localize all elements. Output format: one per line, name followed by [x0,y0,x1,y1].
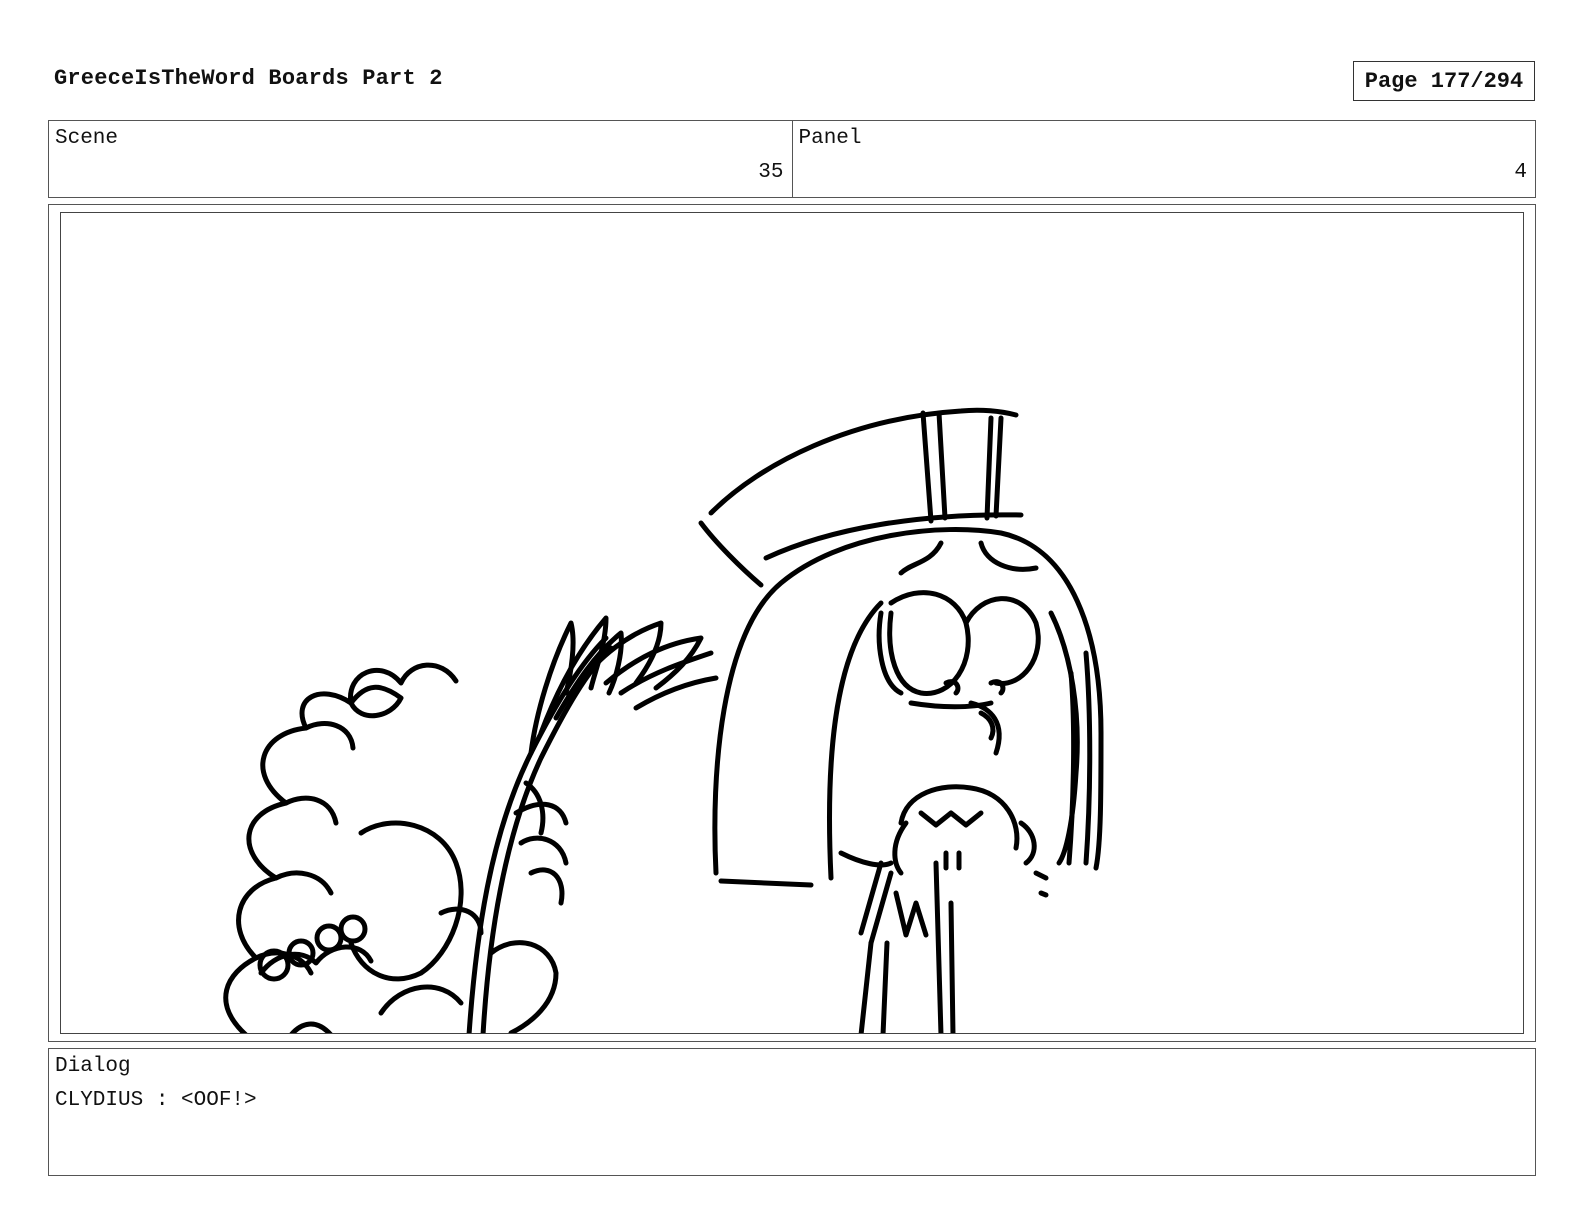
scene-number: 35 [758,161,784,184]
cloud-creature-sketch [223,662,569,1033]
panel-label: Panel [798,127,862,150]
scene-panel-row: Scene 35 Panel 4 [48,120,1536,198]
dialog-box: Dialog CLYDIUS : <OOF!> [48,1048,1536,1176]
staff-sketch [466,615,719,1033]
storyboard-frame [60,212,1524,1034]
document-title: GreeceIsTheWord Boards Part 2 [54,66,443,91]
page-number: Page 177/294 [1353,61,1535,101]
dialog-label: Dialog [55,1055,131,1078]
dialog-line: CLYDIUS : <OOF!> [55,1089,257,1112]
clydius-character-sketch [698,407,1104,1033]
scene-cell: Scene 35 [49,121,792,197]
panel-number: 4 [1514,161,1527,184]
panel-cell: Panel 4 [791,121,1536,197]
storyboard-sketch [223,407,1104,1033]
scene-label: Scene [55,127,119,150]
